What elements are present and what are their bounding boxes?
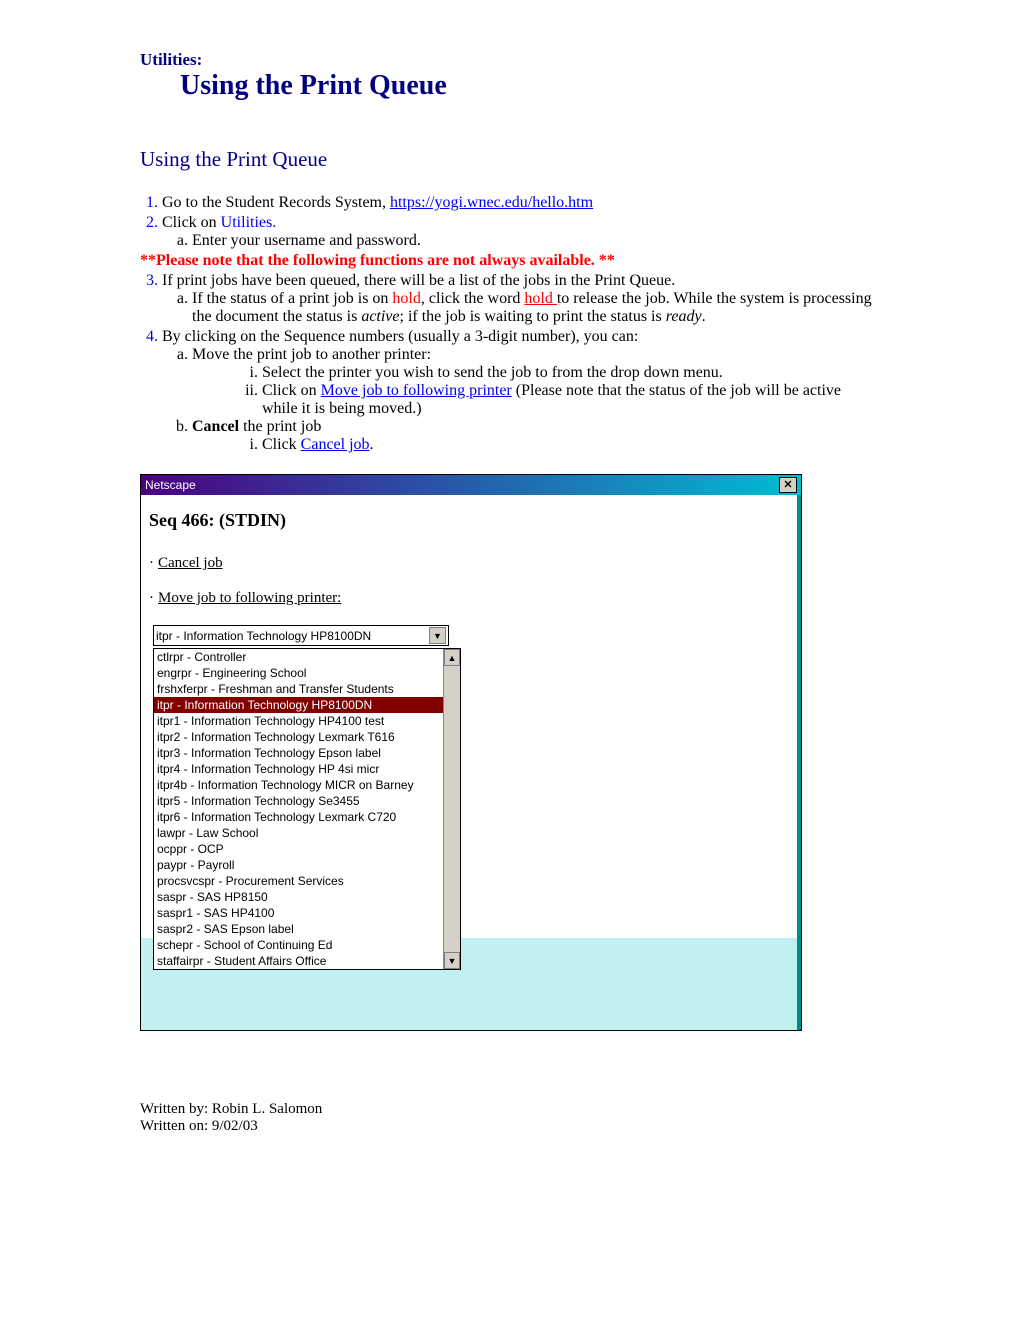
step-2: Click on Utilities. Enter your username … [162, 214, 880, 250]
printer-option[interactable]: itpr1 - Information Technology HP4100 te… [154, 713, 443, 729]
step-3a: If the status of a print job is on hold,… [192, 290, 880, 326]
printer-option[interactable]: itpr3 - Information Technology Epson lab… [154, 745, 443, 761]
scroll-down-icon[interactable]: ▼ [444, 952, 460, 969]
step-4a-ii: Click on Move job to following printer (… [262, 382, 880, 418]
subtitle: Using the Print Queue [140, 147, 880, 172]
printer-option[interactable]: itpr - Information Technology HP8100DN [154, 697, 443, 713]
main-title: Using the Print Queue [180, 70, 880, 102]
bullet-icon: · [149, 590, 154, 606]
bullet-icon: · [149, 555, 154, 571]
written-by: Written by: Robin L. Salomon [140, 1101, 880, 1118]
written-on: Written on: 9/02/03 [140, 1118, 880, 1135]
move-job-action[interactable]: Move job to following printer: [158, 590, 341, 606]
step-1-text: Go to the Student Records System, [162, 194, 390, 211]
printer-option[interactable]: schepr - School of Continuing Ed [154, 937, 443, 953]
move-job-row: ·Move job to following printer: [149, 590, 793, 607]
app-body: Seq 466: (STDIN) ·Cancel job ·Move job t… [141, 495, 801, 938]
sequence-header: Seq 466: (STDIN) [149, 510, 793, 531]
printer-option[interactable]: paypr - Payroll [154, 857, 443, 873]
step-4b: Cancel the print job Click Cancel job. [192, 418, 880, 454]
right-accent [797, 495, 801, 938]
printer-option[interactable]: itpr4b - Information Technology MICR on … [154, 777, 443, 793]
combo-selected-text: itpr - Information Technology HP8100DN [156, 629, 371, 643]
printer-option[interactable]: itpr6 - Information Technology Lexmark C… [154, 809, 443, 825]
move-job-link[interactable]: Move job to following printer [321, 382, 512, 399]
printer-option[interactable]: engrpr - Engineering School [154, 665, 443, 681]
printer-option[interactable]: saspr2 - SAS Epson label [154, 921, 443, 937]
close-icon[interactable]: ✕ [779, 477, 797, 493]
printer-option[interactable]: procsvcspr - Procurement Services [154, 873, 443, 889]
footer: Written by: Robin L. Salomon Written on:… [140, 1101, 880, 1135]
printer-option[interactable]: ctlrpr - Controller [154, 649, 443, 665]
step-4a-i: Select the printer you wish to send the … [262, 364, 880, 382]
printer-option[interactable]: ocppr - OCP [154, 841, 443, 857]
srs-link[interactable]: https://yogi.wnec.edu/hello.htm [390, 194, 593, 211]
step-1: Go to the Student Records System, https:… [162, 194, 880, 212]
printer-option[interactable]: itpr5 - Information Technology Se3455 [154, 793, 443, 809]
printer-listbox[interactable]: ctlrpr - Controllerengrpr - Engineering … [153, 648, 461, 970]
cancel-job-action[interactable]: Cancel job [158, 555, 223, 571]
printer-option[interactable]: staffairpr - Student Affairs Office [154, 953, 443, 969]
steps-list: Go to the Student Records System, https:… [140, 194, 880, 250]
titlebar: Netscape ✕ [141, 475, 801, 495]
utilities-word: Utilities. [221, 214, 277, 231]
scroll-up-icon[interactable]: ▲ [444, 649, 460, 666]
scrollbar[interactable]: ▲ ▼ [443, 649, 460, 969]
availability-note: **Please note that the following functio… [140, 252, 880, 270]
step-3: If print jobs have been queued, there wi… [162, 272, 880, 326]
steps-list-cont: If print jobs have been queued, there wi… [140, 272, 880, 454]
section-label: Utilities: [140, 50, 880, 70]
printer-option[interactable]: itpr4 - Information Technology HP 4si mi… [154, 761, 443, 777]
printer-option[interactable]: itpr2 - Information Technology Lexmark T… [154, 729, 443, 745]
hold-link[interactable]: hold [524, 290, 556, 307]
step-4a: Move the print job to another printer: S… [192, 346, 880, 418]
printer-option[interactable]: saspr1 - SAS HP4100 [154, 905, 443, 921]
printer-option[interactable]: lawpr - Law School [154, 825, 443, 841]
chevron-down-icon[interactable]: ▼ [429, 627, 446, 644]
printer-combo[interactable]: itpr - Information Technology HP8100DN ▼ [153, 625, 449, 646]
cancel-job-row: ·Cancel job [149, 555, 793, 572]
cancel-job-link[interactable]: Cancel job [301, 436, 370, 453]
titlebar-text: Netscape [145, 478, 196, 492]
step-4b-i: Click Cancel job. [262, 436, 880, 454]
step-4: By clicking on the Sequence numbers (usu… [162, 328, 880, 454]
printer-option[interactable]: frshxferpr - Freshman and Transfer Stude… [154, 681, 443, 697]
step-2-text: Click on [162, 214, 221, 231]
step-2a: Enter your username and password. [192, 232, 880, 250]
printer-option[interactable]: saspr - SAS HP8150 [154, 889, 443, 905]
netscape-screenshot: Netscape ✕ Seq 466: (STDIN) ·Cancel job … [140, 474, 802, 1031]
